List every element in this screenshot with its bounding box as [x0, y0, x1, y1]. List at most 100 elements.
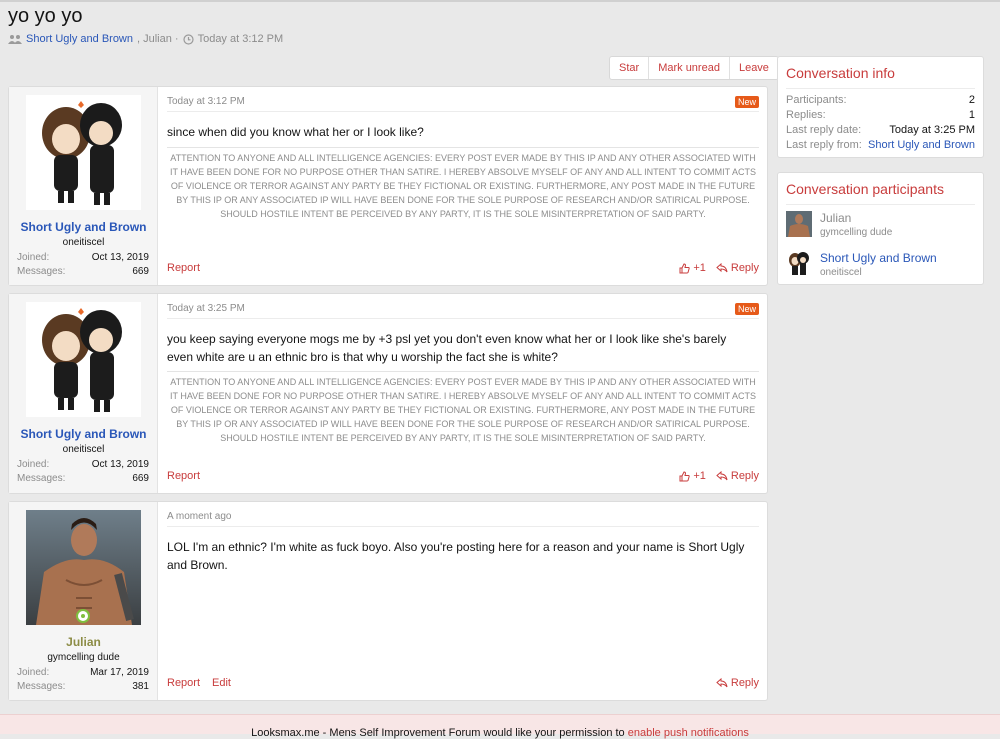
- message-text: you keep saying everyone mogs me by +3 p…: [167, 332, 727, 364]
- info-label: Last reply date:: [786, 124, 862, 136]
- message-footer-left: Report Edit: [167, 677, 231, 689]
- report-link[interactable]: Report: [167, 262, 200, 274]
- clock-icon: [182, 33, 194, 45]
- participants-rest: , Julian ·: [137, 33, 179, 45]
- joined-label: Joined:: [17, 459, 50, 470]
- participant-name[interactable]: Julian: [820, 211, 851, 225]
- edit-link[interactable]: Edit: [212, 677, 231, 689]
- signature: ATTENTION TO ANYONE AND ALL INTELLIGENCE…: [167, 147, 759, 221]
- messages-label: Messages:: [17, 681, 66, 692]
- messages-label: Messages:: [17, 266, 66, 277]
- reply-icon: [716, 471, 728, 481]
- reaction-count: +1: [693, 470, 706, 482]
- info-label: Last reply from:: [786, 139, 862, 151]
- username-link[interactable]: Short Ugly and Brown: [9, 220, 158, 234]
- message-footer-right: +1 Reply: [679, 470, 759, 482]
- user-title: oneitiscel: [62, 237, 105, 248]
- participant-name[interactable]: Short Ugly and Brown: [820, 251, 937, 265]
- reply-button[interactable]: Reply: [716, 677, 759, 689]
- last-reply-user-link[interactable]: Short Ugly and Brown: [868, 139, 975, 151]
- joined-date: Mar 17, 2019: [90, 667, 149, 678]
- joined-stat: Joined: Mar 17, 2019: [17, 667, 149, 678]
- notice-text: Looksmax.me - Mens Self Improvement Foru…: [251, 727, 625, 739]
- joined-stat: Joined: Oct 13, 2019: [17, 459, 149, 470]
- info-row-replies: Replies: 1: [786, 109, 975, 121]
- avatar[interactable]: [26, 95, 141, 210]
- reaction-count: +1: [693, 262, 706, 274]
- top-border: [0, 0, 1000, 2]
- info-row-participants: Participants: 2: [786, 94, 975, 106]
- new-badge: New: [734, 303, 759, 315]
- message-user-panel: Short Ugly and Brown oneitiscel Joined: …: [9, 294, 158, 493]
- info-row-last-reply-from: Last reply from: Short Ugly and Brown: [786, 139, 975, 151]
- like-button[interactable]: +1: [679, 262, 706, 274]
- leave-button[interactable]: Leave: [728, 57, 778, 79]
- card-title: Conversation participants: [786, 181, 944, 197]
- message-date[interactable]: A moment ago: [167, 511, 231, 522]
- messages-stat: Messages: 669: [17, 266, 149, 277]
- joined-date: Oct 13, 2019: [91, 459, 149, 470]
- joined-stat: Joined: Oct 13, 2019: [17, 252, 149, 263]
- reply-label: Reply: [730, 677, 759, 689]
- info-value: Today at 3:25 PM: [889, 124, 975, 136]
- message: Julian gymcelling dude Joined: Mar 17, 2…: [8, 501, 768, 701]
- message-date[interactable]: Today at 3:25 PM: [167, 303, 245, 314]
- online-status-icon: [76, 609, 90, 623]
- push-notification-notice: Looksmax.me - Mens Self Improvement Foru…: [0, 714, 1000, 739]
- message-date[interactable]: Today at 3:12 PM: [167, 96, 245, 107]
- page-title: yo yo yo: [8, 5, 83, 27]
- conversation-actions: Star Mark unread Leave: [609, 56, 779, 80]
- message-user-panel: Short Ugly and Brown oneitiscel Joined: …: [9, 87, 158, 285]
- message-body: A moment ago LOL I'm an ethnic? I'm whit…: [167, 502, 759, 700]
- star-button[interactable]: Star: [610, 57, 648, 79]
- info-row-last-reply-date: Last reply date: Today at 3:25 PM: [786, 124, 975, 136]
- message-footer-right: Reply: [716, 677, 759, 689]
- info-label: Participants:: [786, 94, 847, 106]
- messages-stat: Messages: 669: [17, 473, 149, 484]
- participant-item: Short Ugly and Brown oneitiscel: [786, 251, 975, 281]
- message-count: 381: [132, 681, 149, 692]
- user-title: gymcelling dude: [47, 652, 120, 663]
- avatar[interactable]: [26, 510, 141, 625]
- report-link[interactable]: Report: [167, 677, 200, 689]
- divider: [786, 88, 975, 89]
- joined-label: Joined:: [17, 252, 50, 263]
- reply-button[interactable]: Reply: [716, 262, 759, 274]
- conversation-info-card: Conversation info Participants: 2 Replie…: [777, 56, 984, 158]
- messages-stat: Messages: 381: [17, 681, 149, 692]
- reply-icon: [716, 263, 728, 273]
- signature: ATTENTION TO ANYONE AND ALL INTELLIGENCE…: [167, 371, 759, 445]
- username-link[interactable]: Julian: [9, 635, 158, 649]
- divider: [167, 526, 759, 527]
- reply-icon: [716, 678, 728, 688]
- message-footer-right: +1 Reply: [679, 262, 759, 274]
- mark-unread-button[interactable]: Mark unread: [648, 57, 729, 79]
- participant-item: Julian gymcelling dude: [786, 211, 975, 241]
- message-footer-left: Report: [167, 262, 200, 274]
- joined-label: Joined:: [17, 667, 50, 678]
- message-user-panel: Julian gymcelling dude Joined: Mar 17, 2…: [9, 502, 158, 700]
- message-footer-left: Report: [167, 470, 200, 482]
- participants-icon: [8, 34, 22, 44]
- like-button[interactable]: +1: [679, 470, 706, 482]
- avatar[interactable]: [26, 302, 141, 417]
- message-text: since when did you know what her or I lo…: [167, 125, 424, 139]
- participant-link[interactable]: Short Ugly and Brown: [26, 33, 133, 45]
- messages-label: Messages:: [17, 473, 66, 484]
- user-title: oneitiscel: [62, 444, 105, 455]
- message-body: Today at 3:25 PM New you keep saying eve…: [167, 294, 759, 493]
- divider: [167, 318, 759, 319]
- message: Short Ugly and Brown oneitiscel Joined: …: [8, 293, 768, 494]
- info-label: Replies:: [786, 109, 826, 121]
- avatar[interactable]: [786, 211, 812, 237]
- reply-button[interactable]: Reply: [716, 470, 759, 482]
- avatar[interactable]: [786, 251, 812, 277]
- conversation-time: Today at 3:12 PM: [197, 33, 284, 45]
- report-link[interactable]: Report: [167, 470, 200, 482]
- enable-push-link[interactable]: enable push notifications: [628, 727, 749, 739]
- conversation-participants-card: Conversation participants Julian gymcell…: [777, 172, 984, 285]
- thumbs-up-icon: [679, 470, 690, 481]
- conversation-meta: Short Ugly and Brown , Julian · Today at…: [8, 33, 283, 45]
- username-link[interactable]: Short Ugly and Brown: [9, 427, 158, 441]
- participant-title: gymcelling dude: [820, 227, 893, 238]
